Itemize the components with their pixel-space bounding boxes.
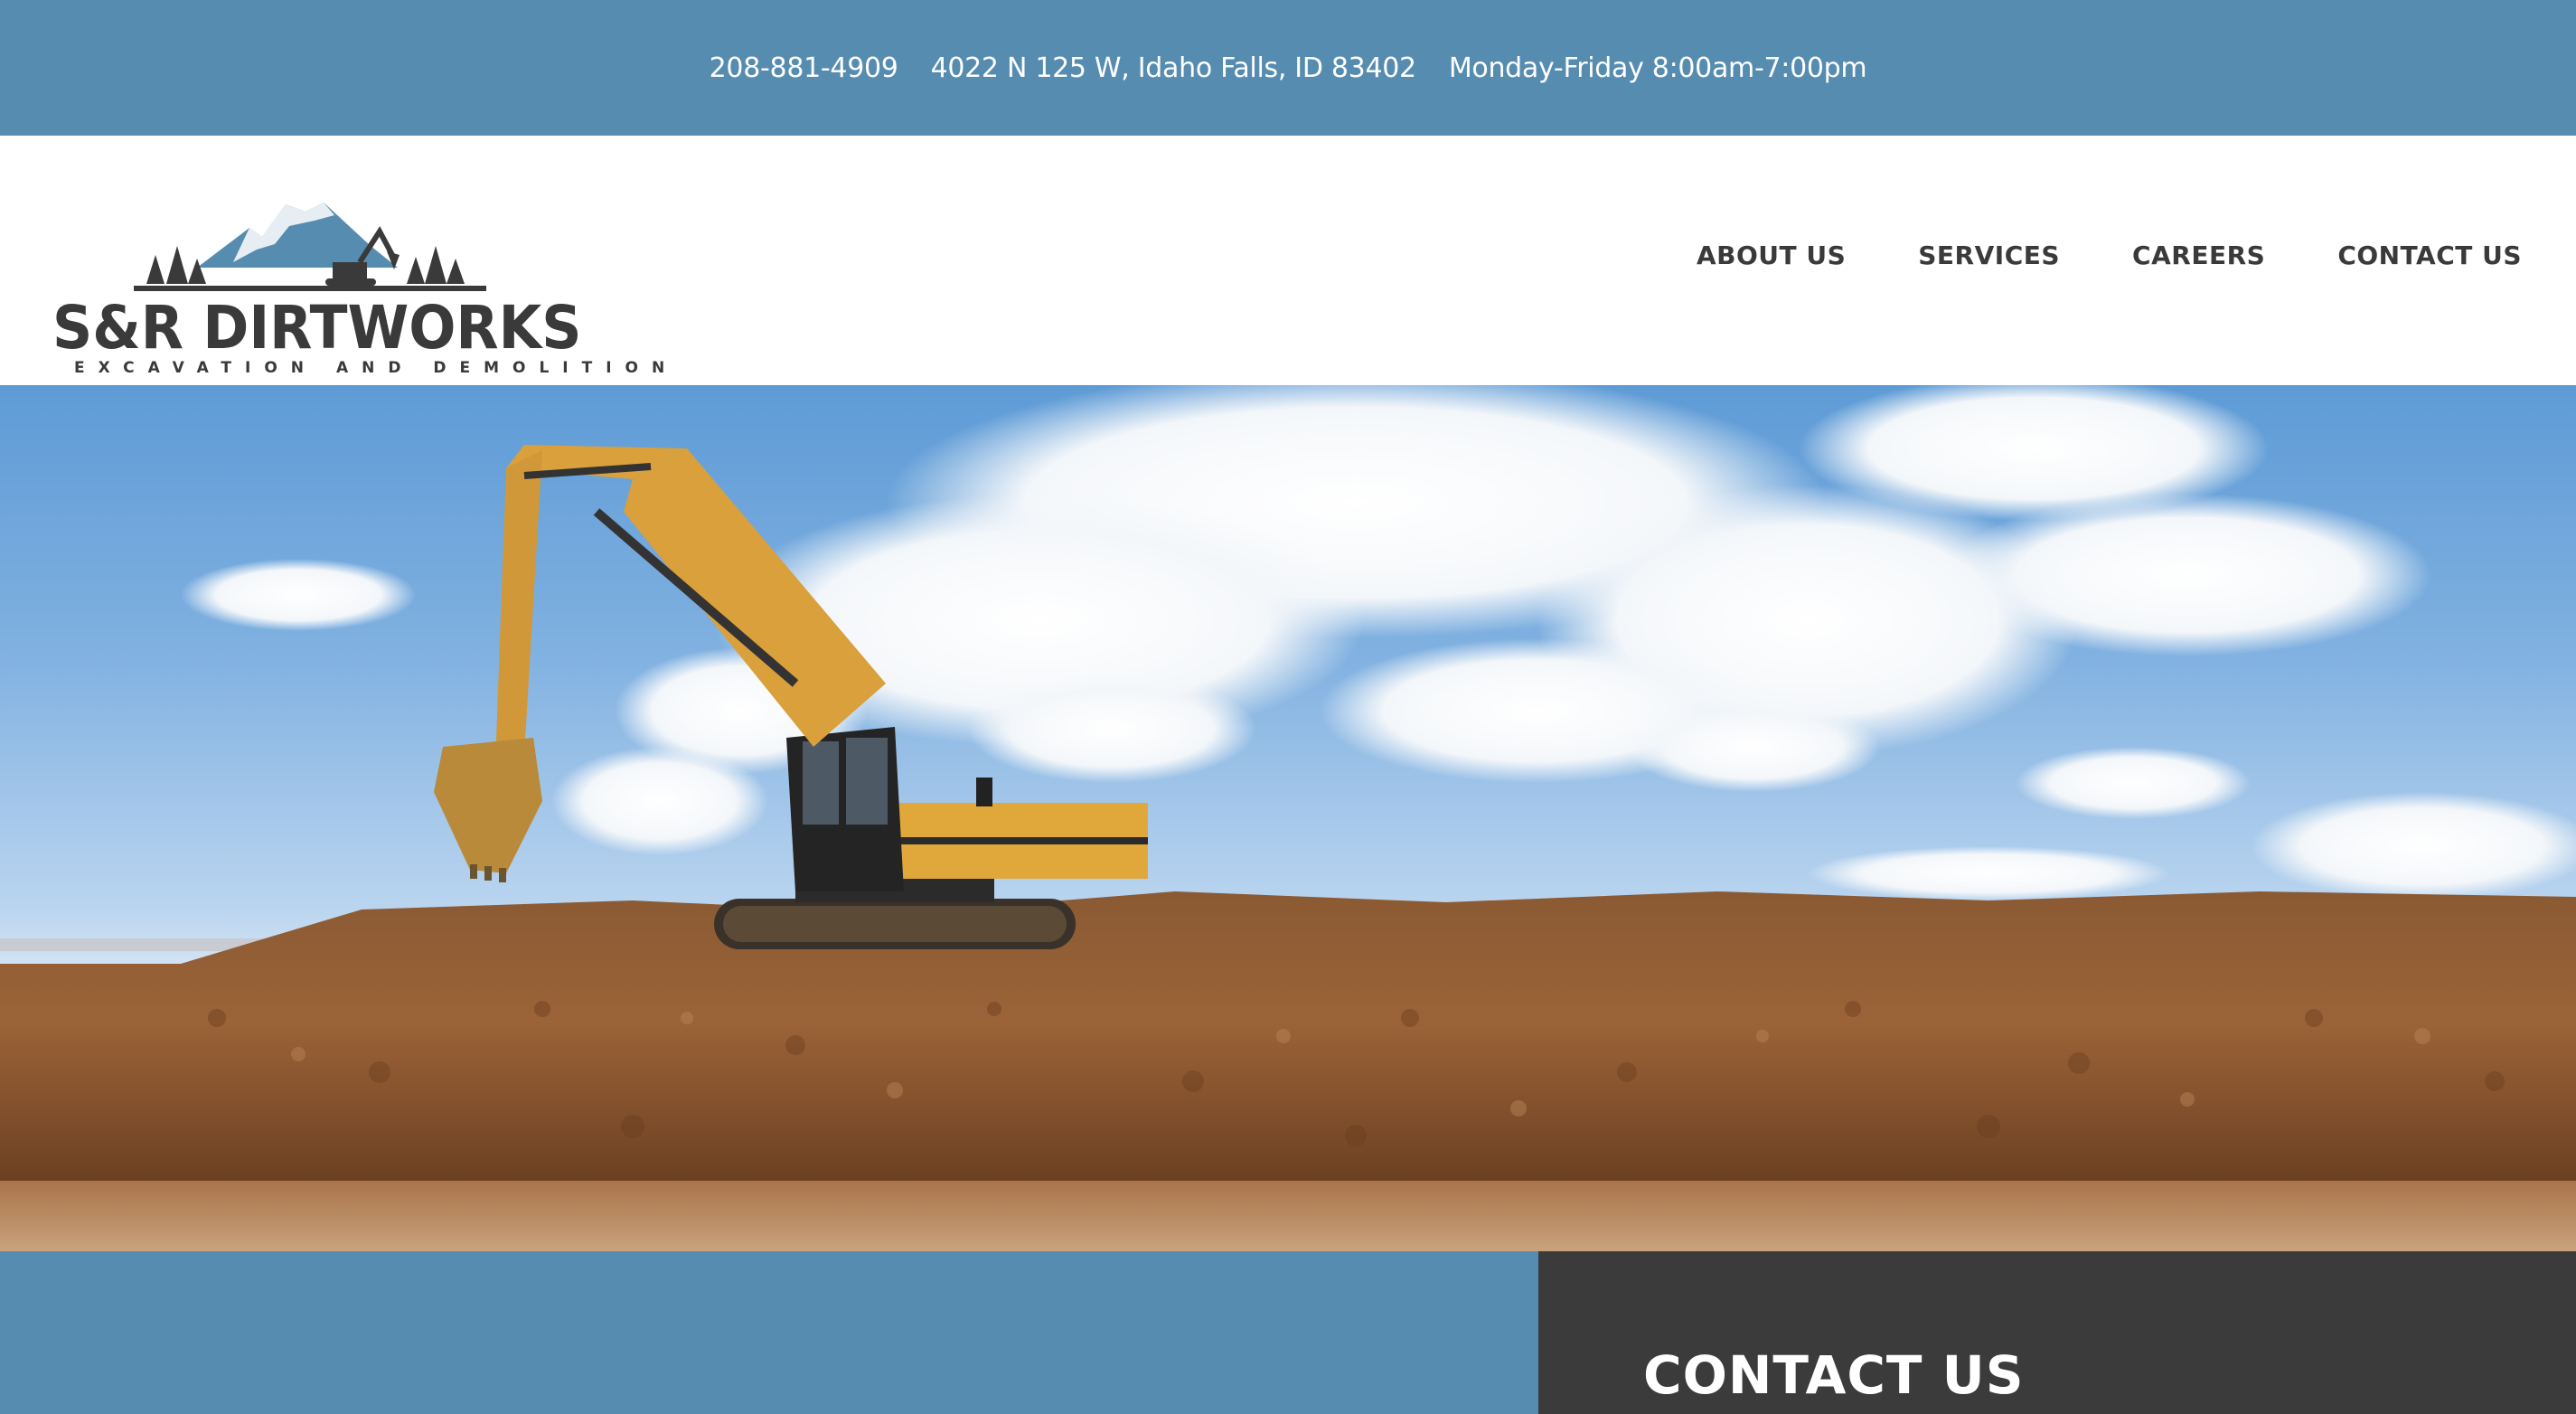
contact-heading: CONTACT US — [1643, 1344, 2025, 1406]
address: 4022 N 125 W, Idaho Falls, ID 83402 — [930, 52, 1417, 84]
nav-about-us[interactable]: ABOUT US — [1697, 240, 1846, 270]
company-name: S&R DIRTWORKS — [52, 293, 582, 363]
business-hours: Monday-Friday 8:00am-7:00pm — [1448, 52, 1867, 84]
site-header: S&R DIRTWORKS EXCAVATION AND DEMOLITION … — [0, 136, 2576, 385]
bottom-left-panel — [0, 1251, 1538, 1414]
contact-section: CONTACT US — [1538, 1251, 2576, 1414]
hero-image — [0, 385, 2576, 1251]
nav-contact-us[interactable]: CONTACT US — [2337, 240, 2522, 270]
nav-services[interactable]: SERVICES — [1918, 240, 2060, 270]
top-info-bar: 208-881-4909 4022 N 125 W, Idaho Falls, … — [0, 0, 2576, 136]
company-tagline: EXCAVATION AND DEMOLITION — [74, 359, 679, 377]
excavator-scene-image — [0, 385, 2576, 1251]
nav-careers[interactable]: CAREERS — [2132, 240, 2265, 270]
phone-number[interactable]: 208-881-4909 — [710, 52, 898, 84]
main-nav: ABOUT US SERVICES CAREERS CONTACT US — [1697, 240, 2522, 270]
